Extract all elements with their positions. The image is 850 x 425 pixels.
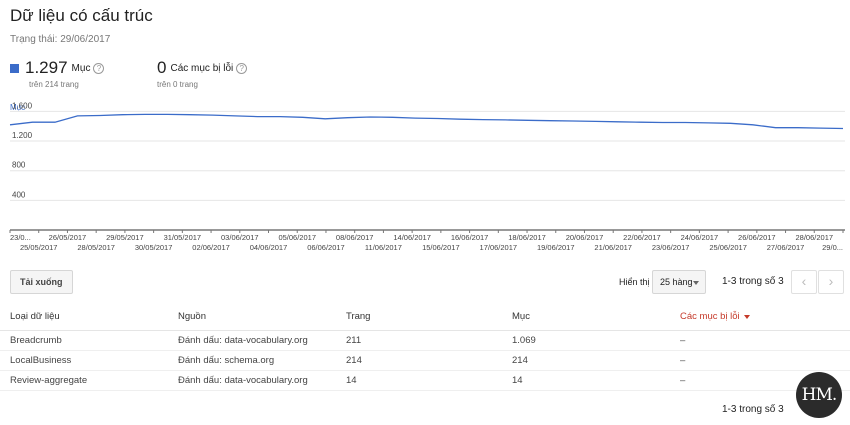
x-tick-label: 02/06/2017 bbox=[192, 243, 230, 252]
rows-per-page-select[interactable]: 25 hàng bbox=[652, 270, 706, 294]
x-tick-label: 29/0... bbox=[822, 243, 843, 252]
sort-desc-icon bbox=[743, 314, 750, 319]
cell-data-type: Breadcrumb bbox=[0, 330, 178, 351]
x-tick-label: 28/05/2017 bbox=[77, 243, 115, 252]
next-page-button[interactable]: › bbox=[818, 270, 844, 294]
col-items[interactable]: Mục bbox=[512, 304, 680, 331]
cell-data-type: LocalBusiness bbox=[0, 350, 178, 371]
cell-source: Đánh dấu: schema.org bbox=[178, 350, 346, 371]
x-tick-label: 29/05/2017 bbox=[106, 233, 144, 242]
x-tick-label: 30/05/2017 bbox=[135, 243, 173, 252]
chevron-down-icon bbox=[693, 281, 699, 285]
x-tick-label: 16/06/2017 bbox=[451, 233, 489, 242]
items-sub: trên 214 trang bbox=[29, 80, 79, 89]
status-date: Trạng thái: 29/06/2017 bbox=[10, 34, 111, 45]
download-button[interactable]: Tải xuống bbox=[10, 270, 73, 294]
x-tick-label: 05/06/2017 bbox=[278, 233, 316, 242]
x-tick-label: 08/06/2017 bbox=[336, 233, 374, 242]
x-tick-label: 22/06/2017 bbox=[623, 233, 661, 242]
series-line bbox=[9, 113, 844, 130]
x-tick-label: 23/0... bbox=[10, 233, 31, 242]
x-tick-label: 15/06/2017 bbox=[422, 243, 460, 252]
x-tick-label: 25/05/2017 bbox=[20, 243, 58, 252]
y-tick-label: 1.200 bbox=[12, 131, 33, 140]
pager-text: 1-3 trong số 3 bbox=[722, 276, 784, 287]
col-error-items[interactable]: Các mục bị lỗi bbox=[680, 304, 850, 331]
errors-count: 0 bbox=[157, 58, 167, 77]
cell-pages: 214 bbox=[346, 350, 512, 371]
x-tick-label: 11/06/2017 bbox=[365, 243, 402, 252]
cell-items: 214 bbox=[512, 350, 680, 371]
x-tick-label: 06/06/2017 bbox=[307, 243, 345, 252]
table-header-row: Loại dữ liệu Nguồn Trang Mục Các mục bị … bbox=[0, 304, 850, 331]
x-tick-label: 03/06/2017 bbox=[221, 233, 259, 242]
y-tick-label: 1.600 bbox=[12, 101, 33, 110]
x-tick-label: 14/06/2017 bbox=[393, 233, 431, 242]
errors-label: Các mục bị lỗi bbox=[170, 62, 234, 74]
brand-logo: HM. bbox=[796, 372, 842, 418]
col-error-items-label: Các mục bị lỗi bbox=[680, 311, 740, 323]
x-tick-label: 21/06/2017 bbox=[594, 243, 632, 252]
x-tick-label: 04/06/2017 bbox=[250, 243, 288, 252]
errors-metric: 0 Các mục bị lỗi? trên 0 trang bbox=[157, 58, 248, 89]
items-label: Mục bbox=[71, 62, 91, 74]
x-tick-label: 26/06/2017 bbox=[738, 233, 776, 242]
x-tick-label: 28/06/2017 bbox=[796, 233, 834, 242]
cell-pages: 14 bbox=[346, 370, 512, 391]
cell-items: 14 bbox=[512, 370, 680, 391]
y-tick-label: 800 bbox=[12, 161, 26, 170]
cell-items: 1.069 bbox=[512, 330, 680, 351]
pager-text-bottom: 1-3 trong số 3 bbox=[722, 404, 784, 415]
col-source[interactable]: Nguồn bbox=[178, 304, 346, 331]
rows-label: Hiển thị bbox=[619, 277, 650, 287]
x-tick-label: 19/06/2017 bbox=[537, 243, 575, 252]
table-row[interactable]: LocalBusiness Đánh dấu: schema.org 214 2… bbox=[0, 350, 850, 371]
table-row[interactable]: Breadcrumb Đánh dấu: data-vocabulary.org… bbox=[0, 330, 850, 351]
x-tick-label: 20/06/2017 bbox=[566, 233, 604, 242]
cell-pages: 211 bbox=[346, 330, 512, 351]
col-pages[interactable]: Trang bbox=[346, 304, 512, 331]
cell-data-type: Review-aggregate bbox=[0, 370, 178, 391]
x-tick-label: 18/06/2017 bbox=[508, 233, 546, 242]
prev-page-button[interactable]: ‹ bbox=[791, 270, 817, 294]
x-tick-label: 23/06/2017 bbox=[652, 243, 690, 252]
cell-source: Đánh dấu: data-vocabulary.org bbox=[178, 370, 346, 391]
items-count: 1.297 bbox=[25, 58, 68, 77]
cell-error-items: – bbox=[680, 350, 850, 371]
structured-data-table: Loại dữ liệu Nguồn Trang Mục Các mục bị … bbox=[0, 304, 850, 391]
col-data-type[interactable]: Loại dữ liệu bbox=[0, 304, 178, 331]
page-title: Dữ liệu có cấu trúc bbox=[10, 6, 153, 25]
help-icon[interactable]: ? bbox=[236, 62, 248, 74]
chart-svg: 1.600 1.200 800 400 23/0...25/05/201726/05/2… bbox=[9, 101, 845, 252]
table-toolbar: Tải xuống Hiển thị 25 hàng 1-3 trong số … bbox=[0, 270, 850, 294]
cell-error-items: – bbox=[680, 330, 850, 351]
items-metric: 1.297 Mục? trên 214 trang bbox=[10, 58, 105, 89]
x-tick-label: 31/05/2017 bbox=[164, 233, 202, 242]
y-tick-label: 400 bbox=[12, 190, 26, 199]
x-tick-label: 25/06/2017 bbox=[709, 243, 747, 252]
help-icon[interactable]: ? bbox=[93, 62, 105, 74]
x-tick-label: 17/06/2017 bbox=[480, 243, 518, 252]
line-chart: 1.600 1.200 800 400 23/0... 25/05/2017 26/05/2… bbox=[0, 98, 850, 258]
table-row[interactable]: Review-aggregate Đánh dấu: data-vocabula… bbox=[0, 370, 850, 391]
errors-sub: trên 0 trang bbox=[157, 80, 198, 89]
x-tick-label: 26/05/2017 bbox=[49, 233, 87, 242]
cell-source: Đánh dấu: data-vocabulary.org bbox=[178, 330, 346, 351]
rows-select-value: 25 hàng bbox=[660, 277, 693, 287]
x-tick-label: 27/06/2017 bbox=[767, 243, 805, 252]
series-swatch[interactable] bbox=[10, 63, 19, 73]
x-tick-label: 24/06/2017 bbox=[681, 233, 719, 242]
